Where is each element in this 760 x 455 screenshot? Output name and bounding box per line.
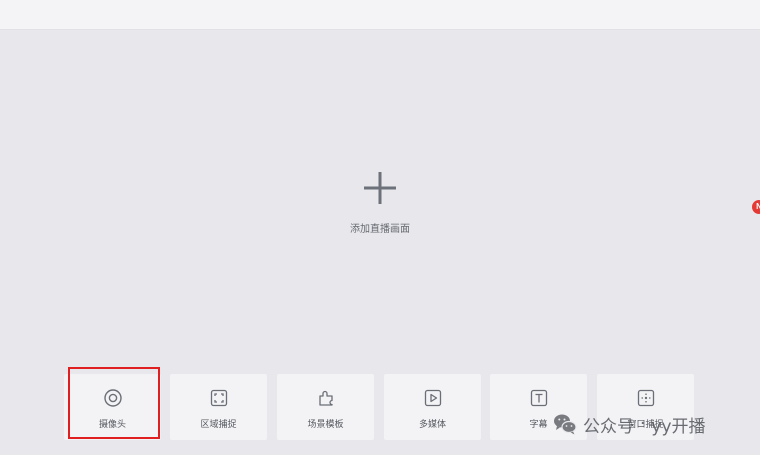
window-capture-icon xyxy=(637,389,654,407)
live-preview-stage: 添加直播画面 N 摄像头 区域捕捉 场景模板 多媒体 字幕 窗口捕捉 公众号 ·… xyxy=(0,0,760,455)
camera-source-label: 摄像头 xyxy=(98,420,126,430)
multimedia-button[interactable]: 多媒体 xyxy=(384,374,481,440)
scene-template-icon xyxy=(318,390,333,406)
camera-source-button[interactable]: 摄像头 xyxy=(64,374,161,440)
scene-template-label: 场景模板 xyxy=(307,420,344,430)
region-capture-label: 区域捕捉 xyxy=(200,420,237,430)
watermark: 公众号 · yy开播 xyxy=(553,411,706,437)
side-notification-badge[interactable]: N xyxy=(752,200,760,214)
text-caption-label: 字幕 xyxy=(529,420,548,430)
watermark-separator: · xyxy=(640,414,646,434)
watermark-source: 公众号 xyxy=(583,416,634,437)
add-live-scene-label: 添加直播画面 xyxy=(350,224,410,235)
text-caption-icon xyxy=(530,389,547,407)
add-live-scene-button[interactable]: 添加直播画面 xyxy=(330,168,430,238)
top-bar xyxy=(0,0,760,30)
plus-icon xyxy=(364,172,396,204)
region-capture-button[interactable]: 区域捕捉 xyxy=(170,374,267,440)
wechat-icon xyxy=(554,414,577,435)
multimedia-label: 多媒体 xyxy=(418,420,446,430)
region-capture-icon xyxy=(210,389,227,407)
camera-lens-icon xyxy=(103,389,122,407)
watermark-account: yy开播 xyxy=(651,416,706,437)
scene-template-button[interactable]: 场景模板 xyxy=(277,374,374,440)
multimedia-play-icon xyxy=(424,389,441,407)
